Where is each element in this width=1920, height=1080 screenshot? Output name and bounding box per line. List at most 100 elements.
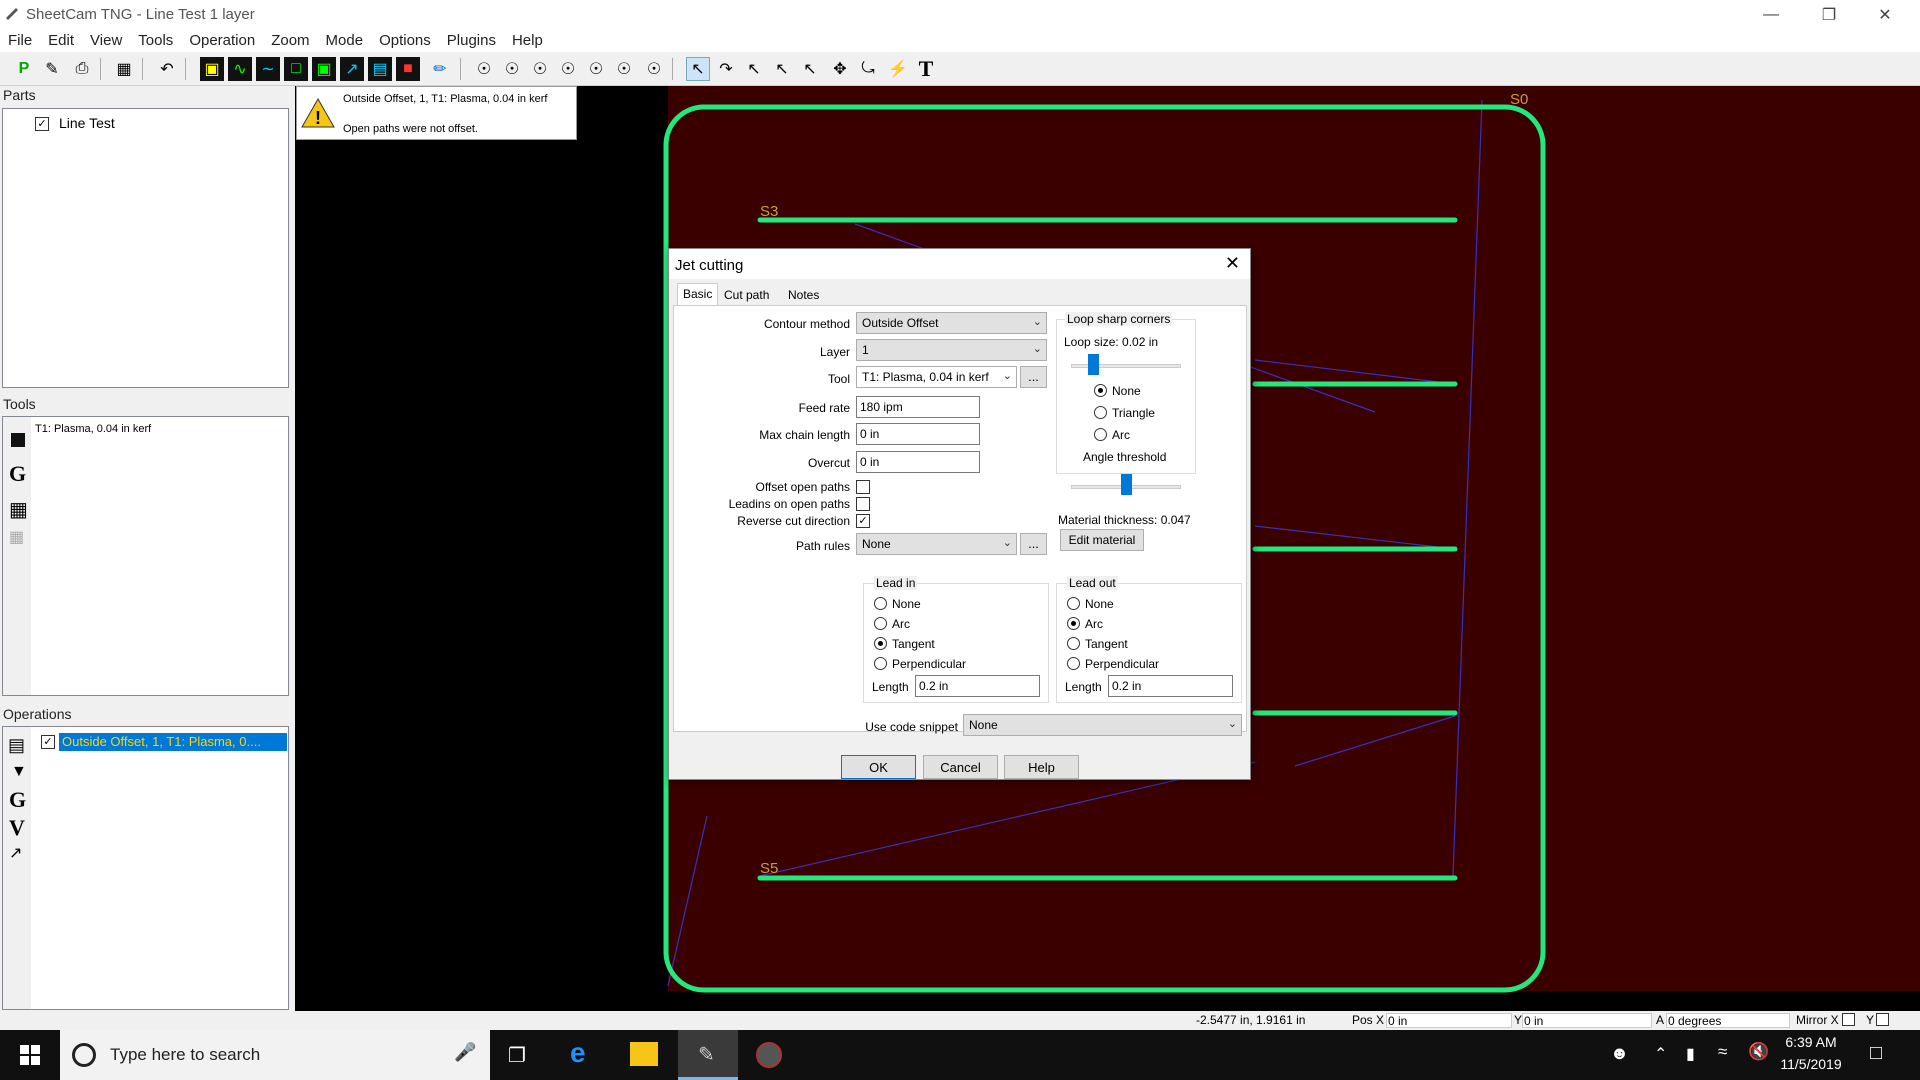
move-operation-icon[interactable]: ↗: [9, 843, 22, 863]
windows-start-icon[interactable]: [20, 1045, 40, 1065]
start-point-x-icon[interactable]: ☉: [642, 57, 666, 81]
battery-icon[interactable]: ▮: [1686, 1044, 1695, 1064]
offset-open-checkbox[interactable]: [856, 480, 870, 494]
colour-picker-icon[interactable]: ✏: [428, 57, 452, 81]
sheetcam-taskbar-item[interactable]: ✎: [678, 1030, 738, 1080]
leadins-open-checkbox[interactable]: [856, 497, 870, 511]
tool-item[interactable]: T1: Plasma, 0.04 in kerf: [35, 423, 151, 435]
show-stock-icon[interactable]: ■: [396, 57, 420, 81]
wifi-icon[interactable]: ≈: [1718, 1042, 1727, 1062]
lead-in-length-input[interactable]: 0.2 in: [915, 675, 1040, 697]
show-path-icon[interactable]: ∿: [228, 57, 252, 81]
part-checkbox[interactable]: ✓: [35, 117, 49, 131]
clock-time[interactable]: 6:39 AM: [1776, 1034, 1846, 1050]
operation-checkbox[interactable]: ✓: [41, 735, 55, 749]
menu-view[interactable]: View: [82, 30, 130, 49]
part-item-label[interactable]: Line Test: [59, 115, 115, 131]
feed-rate-input[interactable]: 180 ipm: [856, 396, 980, 418]
menu-zoom[interactable]: Zoom: [263, 30, 317, 49]
lead-out-tangent-radio[interactable]: [1067, 637, 1080, 650]
lead-out-perpendicular-radio[interactable]: [1067, 657, 1080, 670]
y-input[interactable]: 0 in: [1522, 1013, 1652, 1028]
drill-operation-icon[interactable]: ▼: [11, 763, 27, 781]
gcode-operation-icon[interactable]: G: [9, 787, 26, 813]
tool-select[interactable]: T1: Plasma, 0.04 in kerf ⌄: [856, 366, 1017, 388]
show-rapids-icon[interactable]: ∼: [256, 57, 280, 81]
loop-size-slider[interactable]: [1087, 354, 1099, 375]
show-leadins-icon[interactable]: ↗: [340, 57, 364, 81]
search-box[interactable]: Type here to search 🎤: [60, 1030, 490, 1080]
lead-in-none-radio[interactable]: [874, 597, 887, 610]
mirror-x-checkbox[interactable]: [1842, 1013, 1855, 1026]
mirror-y-checkbox[interactable]: [1876, 1013, 1889, 1026]
max-chain-input[interactable]: 0 in: [856, 423, 980, 445]
overcut-input[interactable]: 0 in: [856, 451, 980, 473]
path-rules-ellipsis-button[interactable]: ...: [1020, 533, 1047, 555]
contour-method-select[interactable]: Outside Offset ⌄: [856, 312, 1047, 334]
app-taskbar-icon[interactable]: [756, 1042, 782, 1068]
show-offset-icon[interactable]: ▣: [312, 57, 336, 81]
minimize-button[interactable]: —: [1748, 0, 1794, 30]
loop-arc-radio[interactable]: [1094, 428, 1107, 441]
set-text-icon[interactable]: ↖: [742, 57, 766, 81]
show-table-icon[interactable]: ▤: [368, 57, 392, 81]
clock-date[interactable]: 11/5/2019: [1772, 1056, 1850, 1072]
cancel-button[interactable]: Cancel: [923, 755, 998, 779]
undo-icon[interactable]: ↶: [155, 57, 179, 81]
start-point-icon[interactable]: ☉: [472, 57, 496, 81]
menu-mode[interactable]: Mode: [318, 30, 372, 49]
calculator-icon[interactable]: ▦: [112, 57, 136, 81]
set-start-icon[interactable]: ↷: [714, 57, 738, 81]
microphone-icon[interactable]: 🎤: [454, 1042, 476, 1063]
show-outline-icon[interactable]: □: [284, 57, 308, 81]
plasma-icon[interactable]: ⚡: [886, 57, 910, 81]
lead-in-perpendicular-radio[interactable]: [874, 657, 887, 670]
lead-out-length-input[interactable]: 0.2 in: [1108, 675, 1233, 697]
tab-cut-path[interactable]: Cut path: [719, 285, 774, 305]
lead-in-arc-radio[interactable]: [874, 617, 887, 630]
lead-out-arc-radio[interactable]: [1067, 617, 1080, 630]
people-icon[interactable]: ☻: [1610, 1043, 1629, 1064]
gcode-tool-icon[interactable]: G: [9, 461, 26, 487]
vcarve-operation-icon[interactable]: V: [9, 815, 25, 841]
tab-basic[interactable]: Basic: [677, 283, 719, 305]
lead-in-tangent-radio[interactable]: [874, 637, 887, 650]
menu-help[interactable]: Help: [504, 30, 551, 49]
code-snippet-select[interactable]: None ⌄: [963, 714, 1242, 736]
tool-ellipsis-button[interactable]: ...: [1020, 366, 1047, 388]
lead-out-none-radio[interactable]: [1067, 597, 1080, 610]
posx-input[interactable]: 0 in: [1386, 1013, 1512, 1028]
file-explorer-icon[interactable]: [630, 1042, 658, 1066]
start-point-arc-icon[interactable]: ☉: [556, 57, 580, 81]
reverse-checkbox[interactable]: ✓: [856, 514, 870, 528]
operation-item[interactable]: Outside Offset, 1, T1: Plasma, 0....: [58, 732, 288, 752]
a-input[interactable]: 0 degrees: [1666, 1013, 1790, 1028]
print-icon[interactable]: ⎙: [70, 57, 94, 81]
dialog-close-icon[interactable]: ✕: [1225, 253, 1240, 274]
notification-icon[interactable]: □: [1870, 1042, 1882, 1065]
rotate-icon[interactable]: ⤿: [856, 57, 880, 81]
menu-tools[interactable]: Tools: [130, 30, 181, 49]
post-process-icon[interactable]: P: [12, 57, 36, 81]
start-point-p-icon[interactable]: ☉: [528, 57, 552, 81]
menu-file[interactable]: File: [0, 30, 40, 49]
ok-button[interactable]: OK: [841, 755, 916, 779]
menu-edit[interactable]: Edit: [40, 30, 82, 49]
start-point-m-icon[interactable]: ☉: [612, 57, 636, 81]
menu-plugins[interactable]: Plugins: [439, 30, 504, 49]
layer-select[interactable]: 1 ⌄: [856, 339, 1047, 361]
edge-icon[interactable]: e: [570, 1037, 586, 1069]
set-angle-icon[interactable]: ↖: [770, 57, 794, 81]
loop-none-radio[interactable]: [1094, 384, 1107, 397]
help-button[interactable]: Help: [1004, 755, 1079, 779]
show-part-icon[interactable]: ▣: [200, 57, 224, 81]
select-icon[interactable]: ↖: [686, 57, 710, 81]
loop-triangle-radio[interactable]: [1094, 406, 1107, 419]
table-tool-icon[interactable]: ▦: [9, 497, 28, 522]
plasma-tool-icon[interactable]: [11, 433, 25, 447]
close-window-button[interactable]: ✕: [1862, 0, 1908, 30]
text-icon[interactable]: T: [914, 56, 938, 81]
start-point-b-icon[interactable]: ☉: [584, 57, 608, 81]
task-view-icon[interactable]: ❐: [508, 1043, 526, 1068]
tab-notes[interactable]: Notes: [783, 285, 824, 305]
